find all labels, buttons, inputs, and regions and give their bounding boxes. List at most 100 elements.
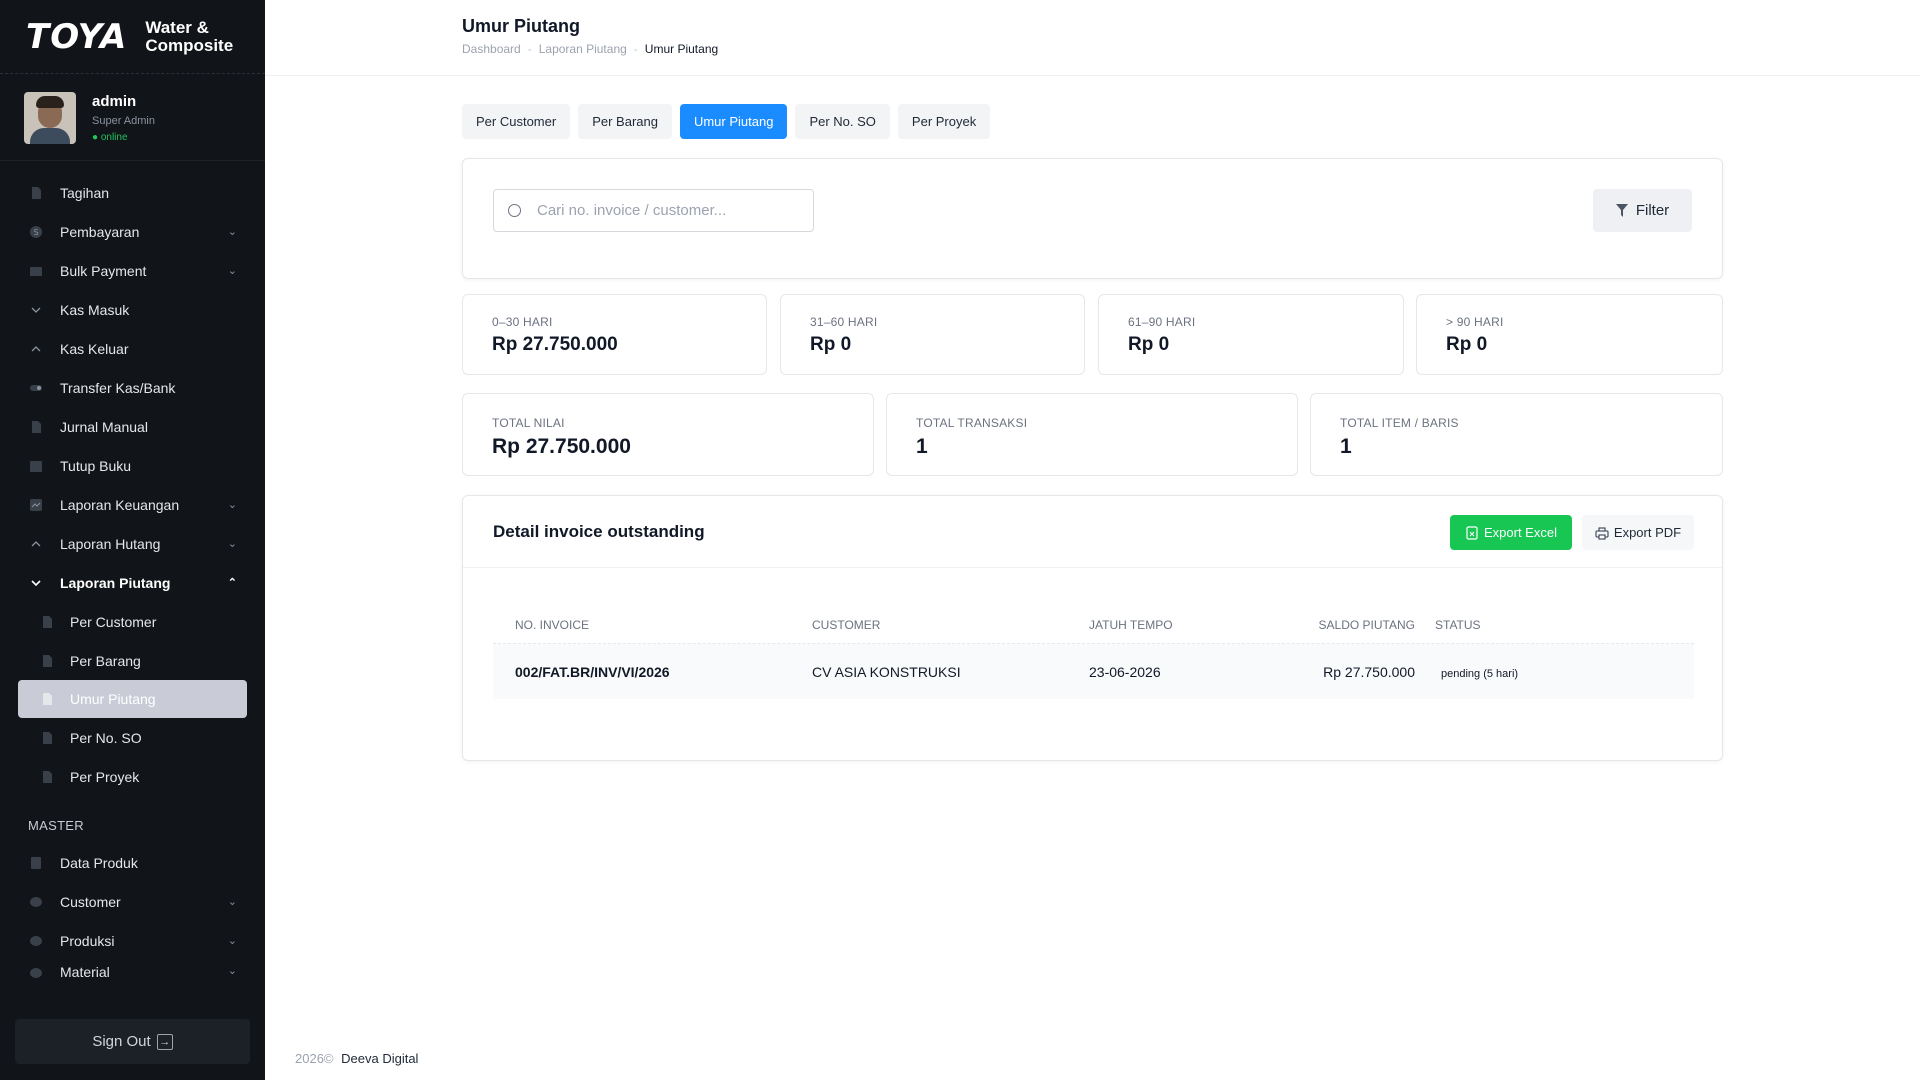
page-header: Umur Piutang Dashboard - Laporan Piutang… bbox=[265, 0, 1920, 76]
export-pdf-button[interactable]: Export PDF bbox=[1582, 515, 1694, 550]
user-name: admin bbox=[92, 93, 137, 110]
column-header-balance[interactable]: SALDO PIUTANG bbox=[1273, 618, 1415, 632]
sidebar-item-tagihan[interactable]: Tagihan bbox=[0, 173, 265, 212]
brand-subtitle-line-2: Composite bbox=[145, 35, 234, 55]
stat-value: 1 bbox=[916, 435, 928, 458]
sidebar-subitem-per-proyek[interactable]: Per Proyek bbox=[0, 757, 265, 796]
sidebar-item-label: Pembayaran bbox=[60, 223, 140, 240]
stat-value: Rp 0 bbox=[810, 334, 852, 355]
tab-per-proyek[interactable]: Per Proyek bbox=[897, 104, 991, 139]
sign-out-icon: → bbox=[156, 1033, 173, 1050]
search-icon bbox=[508, 204, 521, 217]
stat-label: TOTAL NILAI bbox=[492, 416, 565, 430]
sidebar-item-label: Transfer Kas/Bank bbox=[60, 379, 176, 396]
sidebar-item-tutup-buku[interactable]: Tutup Buku bbox=[0, 446, 265, 485]
section-label-master: MASTER bbox=[28, 818, 84, 833]
sidebar-item-data-produk[interactable]: Data Produk bbox=[0, 843, 265, 882]
sidebar-subitem-per-no-so[interactable]: Per No. SO bbox=[0, 718, 265, 757]
total-item-card: TOTAL ITEM / BARIS 1 bbox=[1310, 393, 1723, 476]
column-header-customer[interactable]: CUSTOMER bbox=[812, 618, 1089, 632]
table-row[interactable]: 002/FAT.BR/INV/VI/2026 CV ASIA KONSTRUKS… bbox=[493, 644, 1694, 699]
cell-balance: Rp 27.750.000 bbox=[1323, 663, 1415, 680]
footer-company-link[interactable]: Deeva Digital bbox=[341, 1051, 418, 1066]
total-nilai-card: TOTAL NILAI Rp 27.750.000 bbox=[462, 393, 874, 476]
sidebar-item-jurnal-manual[interactable]: Jurnal Manual bbox=[0, 407, 265, 446]
chevron-up-icon: ⌃ bbox=[227, 577, 237, 589]
sidebar-subitem-label: Per Barang bbox=[70, 652, 141, 669]
stat-label: 61–90 HARI bbox=[1128, 315, 1196, 329]
chevron-down-icon: ⌄ bbox=[227, 265, 237, 277]
sidebar-item-bulk-payment[interactable]: Bulk Payment ⌄ bbox=[0, 251, 265, 290]
sidebar-item-label: Tutup Buku bbox=[60, 457, 132, 474]
page-title: Umur Piutang bbox=[462, 16, 581, 36]
cell-status: pending (5 hari) bbox=[1415, 664, 1518, 680]
footer: 2026© Deeva Digital bbox=[295, 1051, 418, 1066]
user-role: Super Admin bbox=[92, 115, 155, 127]
sidebar-item-kas-masuk[interactable]: Kas Masuk bbox=[0, 290, 265, 329]
cell-customer: CV ASIA KONSTRUKSI bbox=[812, 663, 961, 680]
sidebar-nav: Tagihan S Pembayaran ⌄ Bulk Payment ⌄ Ka… bbox=[0, 161, 265, 980]
breadcrumb-separator: - bbox=[527, 42, 532, 56]
footer-year: 2026© bbox=[295, 1051, 334, 1066]
search-card: Filter bbox=[462, 158, 1723, 279]
factory-icon bbox=[28, 934, 44, 948]
dollar-icon: S bbox=[28, 225, 44, 239]
aging-card-61-90: 61–90 HARI Rp 0 bbox=[1098, 294, 1404, 375]
aging-card-over-90: > 90 HARI Rp 0 bbox=[1416, 294, 1723, 375]
sidebar-item-customer[interactable]: Customer ⌄ bbox=[0, 882, 265, 921]
sidebar-item-material[interactable]: Material ⌄ bbox=[0, 960, 265, 980]
stat-value: Rp 27.750.000 bbox=[492, 435, 631, 458]
sidebar-subitem-per-customer[interactable]: Per Customer bbox=[0, 602, 265, 641]
column-header-due-date[interactable]: JATUH TEMPO bbox=[1089, 618, 1273, 632]
breadcrumb-item-dashboard[interactable]: Dashboard bbox=[462, 42, 521, 56]
sidebar-item-produksi[interactable]: Produksi ⌄ bbox=[0, 921, 265, 960]
arrow-up-icon bbox=[28, 537, 44, 551]
svg-text:S: S bbox=[33, 228, 38, 237]
sidebar-subitem-umur-piutang[interactable]: Umur Piutang bbox=[18, 680, 247, 718]
avatar bbox=[24, 92, 76, 144]
filter-label: Filter bbox=[1635, 202, 1670, 219]
filter-button[interactable]: Filter bbox=[1593, 189, 1692, 232]
sidebar-item-laporan-hutang[interactable]: Laporan Hutang ⌄ bbox=[0, 524, 265, 563]
sign-out-button[interactable]: Sign Out → bbox=[15, 1019, 250, 1064]
tab-per-barang[interactable]: Per Barang bbox=[578, 104, 672, 139]
stat-label: 31–60 HARI bbox=[810, 315, 878, 329]
brand-logo[interactable]: TOYA Water & Composite bbox=[0, 0, 265, 74]
printer-icon bbox=[1595, 526, 1609, 540]
calendar-icon bbox=[28, 459, 44, 473]
chevron-down-icon: ⌄ bbox=[227, 896, 237, 908]
sidebar-item-laporan-keuangan[interactable]: Laporan Keuangan ⌄ bbox=[0, 485, 265, 524]
arrow-up-icon bbox=[28, 342, 44, 356]
sidebar-item-kas-keluar[interactable]: Kas Keluar bbox=[0, 329, 265, 368]
tab-umur-piutang[interactable]: Umur Piutang bbox=[679, 104, 788, 139]
sidebar-item-pembayaran[interactable]: S Pembayaran ⌄ bbox=[0, 212, 265, 251]
search-input[interactable] bbox=[537, 202, 797, 219]
stat-label: 0–30 HARI bbox=[492, 315, 553, 329]
column-header-invoice[interactable]: NO. INVOICE bbox=[493, 618, 812, 632]
chevron-down-icon: ⌄ bbox=[227, 499, 237, 511]
document-icon bbox=[40, 654, 54, 668]
user-profile[interactable]: admin Super Admin ● online bbox=[0, 74, 265, 161]
sidebar-item-transfer-kas-bank[interactable]: Transfer Kas/Bank bbox=[0, 368, 265, 407]
stat-label: > 90 HARI bbox=[1446, 315, 1504, 329]
breadcrumb-item-laporan-piutang[interactable]: Laporan Piutang bbox=[539, 42, 627, 56]
sidebar-subitem-label: Per Customer bbox=[70, 613, 157, 630]
layers-icon bbox=[28, 966, 44, 980]
detail-title: Detail invoice outstanding bbox=[493, 522, 705, 541]
sidebar-subitem-per-barang[interactable]: Per Barang bbox=[0, 641, 265, 680]
detail-card-header: Detail invoice outstanding Export Excel … bbox=[463, 496, 1722, 568]
brand-mark: TOYA bbox=[26, 16, 128, 57]
export-excel-button[interactable]: Export Excel bbox=[1450, 515, 1572, 550]
column-header-status[interactable]: STATUS bbox=[1415, 618, 1481, 632]
aging-card-0-30: 0–30 HARI Rp 27.750.000 bbox=[462, 294, 767, 375]
tab-per-customer[interactable]: Per Customer bbox=[462, 104, 571, 139]
search-box bbox=[493, 189, 814, 232]
document-icon bbox=[28, 186, 44, 200]
brand-subtitle-line-1: Water & bbox=[145, 17, 209, 37]
sidebar-item-label: Data Produk bbox=[60, 854, 138, 871]
stat-value: Rp 27.750.000 bbox=[492, 334, 618, 355]
tab-per-no-so[interactable]: Per No. SO bbox=[795, 104, 890, 139]
box-icon bbox=[28, 856, 44, 870]
stat-label: TOTAL ITEM / BARIS bbox=[1340, 416, 1459, 430]
sidebar-item-laporan-piutang[interactable]: Laporan Piutang ⌃ bbox=[0, 563, 265, 602]
